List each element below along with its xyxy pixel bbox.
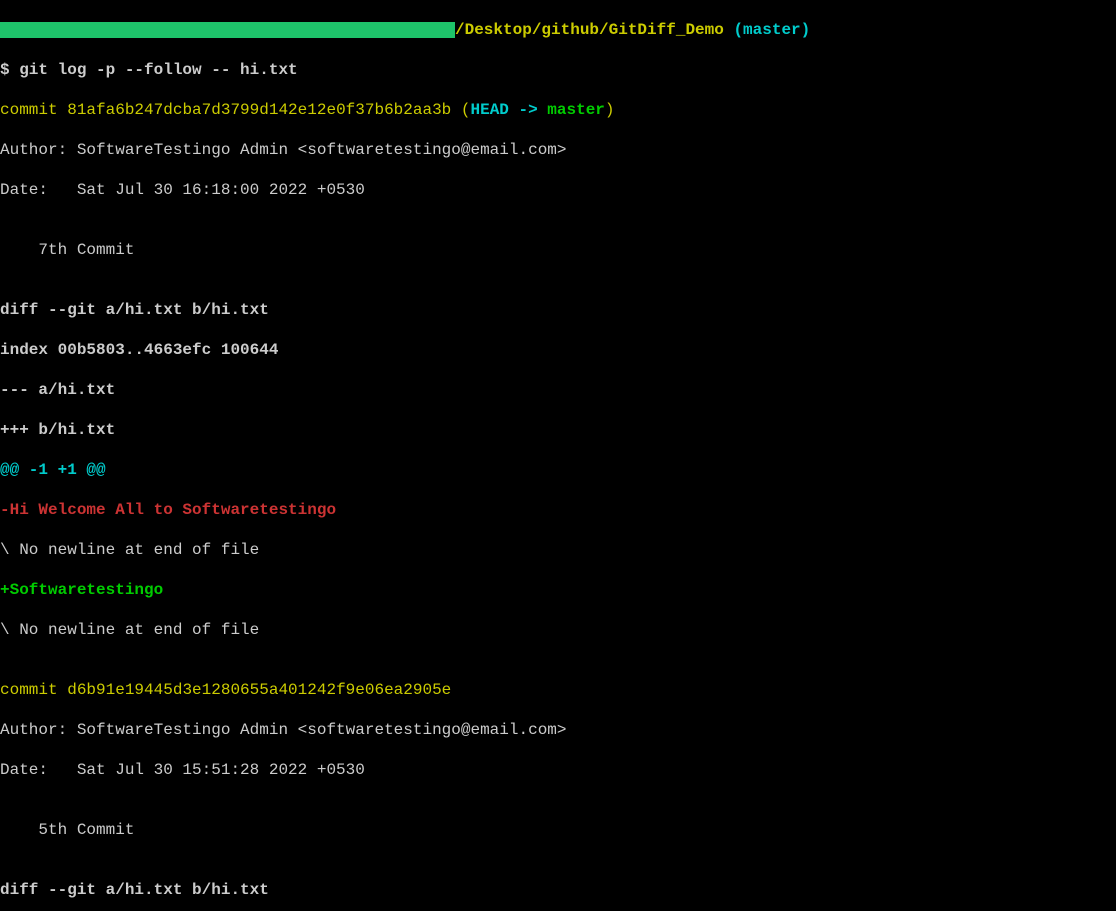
diff-header: diff --git a/hi.txt b/hi.txt [0, 880, 1116, 900]
diff-added-line: +Softwaretestingo [0, 580, 1116, 600]
diff-plus-file: +++ b/hi.txt [0, 420, 1116, 440]
diff-index: index 00b5803..4663efc 100644 [0, 340, 1116, 360]
date-line: Date: Sat Jul 30 16:18:00 2022 +0530 [0, 180, 1116, 200]
diff-removed-line: -Hi Welcome All to Softwaretestingo [0, 500, 1116, 520]
commit-hash: 81afa6b247dcba7d3799d142e12e0f37b6b2aa3b [67, 101, 451, 119]
branch-paren-close: ) [801, 20, 811, 40]
branch-name: master [743, 20, 801, 40]
head-ref: HEAD -> [470, 101, 547, 119]
cwd-path: /Desktop/github/GitDiff_Demo [455, 20, 724, 40]
commit-line: commit d6b91e19445d3e1280655a401242f9e06… [0, 680, 1116, 700]
entered-command: git log -p --follow -- hi.txt [19, 61, 297, 79]
author-line: Author: SoftwareTestingo Admin <software… [0, 140, 1116, 160]
ref-open: ( [451, 101, 470, 119]
commit-label: commit [0, 101, 67, 119]
date-line: Date: Sat Jul 30 15:51:28 2022 +0530 [0, 760, 1116, 780]
title-bar-highlight [0, 22, 455, 38]
title-bar: /Desktop/github/GitDiff_Demo (master) [0, 20, 1116, 40]
diff-minus-file: --- a/hi.txt [0, 380, 1116, 400]
branch-paren-open: ( [724, 20, 743, 40]
master-ref: master [547, 101, 605, 119]
no-newline-marker: \ No newline at end of file [0, 540, 1116, 560]
shell-prompt: $ [0, 61, 19, 79]
no-newline-marker: \ No newline at end of file [0, 620, 1116, 640]
author-line: Author: SoftwareTestingo Admin <software… [0, 720, 1116, 740]
commit-hash: d6b91e19445d3e1280655a401242f9e06ea2905e [67, 681, 451, 699]
diff-header: diff --git a/hi.txt b/hi.txt [0, 300, 1116, 320]
commit-message: 7th Commit [0, 240, 1116, 260]
ref-close: ) [605, 101, 615, 119]
command-line: $ git log -p --follow -- hi.txt [0, 60, 1116, 80]
commit-line: commit 81afa6b247dcba7d3799d142e12e0f37b… [0, 100, 1116, 120]
commit-label: commit [0, 681, 67, 699]
terminal-output[interactable]: /Desktop/github/GitDiff_Demo (master) $ … [0, 0, 1116, 911]
commit-message: 5th Commit [0, 820, 1116, 840]
diff-hunk: @@ -1 +1 @@ [0, 460, 1116, 480]
